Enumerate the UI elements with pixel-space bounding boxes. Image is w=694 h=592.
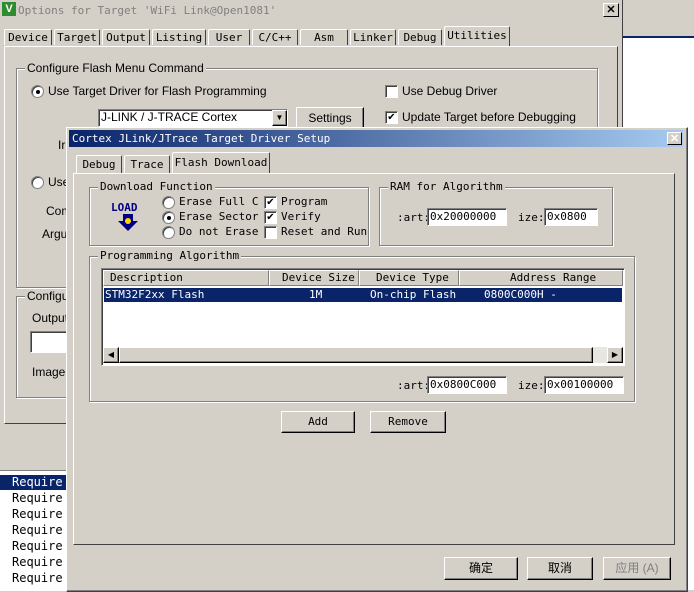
- driver-select[interactable]: J-LINK / J-TRACE Cortex: [98, 109, 288, 127]
- log-line: Require: [12, 523, 63, 537]
- log-line: Require: [12, 491, 63, 505]
- scroll-left-icon[interactable]: ◀: [103, 347, 119, 363]
- apply-button[interactable]: 应用 (A): [603, 557, 671, 580]
- algo-size-input[interactable]: 0x00100000: [544, 376, 624, 394]
- ram-size-input[interactable]: 0x0800: [544, 208, 598, 226]
- dialog-title: Cortex JLink/JTrace Target Driver Setup: [72, 132, 331, 145]
- update-target-checkbox[interactable]: ✔: [385, 111, 398, 124]
- reset-and-run-label: Reset and Run: [281, 225, 368, 238]
- col-header-device-type[interactable]: Device Type: [359, 270, 459, 286]
- app-icon: V: [2, 2, 16, 16]
- verify-label: Verify: [281, 210, 321, 223]
- col-header-device-size[interactable]: Device Size: [269, 270, 359, 286]
- table-row[interactable]: STM32F2xx Flash 1M On-chip Flash 0800C00…: [104, 288, 622, 315]
- col-header-description[interactable]: Description: [103, 270, 269, 286]
- row-device-size: 1M: [309, 288, 323, 301]
- dialog-titlebar: Cortex JLink/JTrace Target Driver Setup …: [69, 130, 683, 147]
- background-window-edge: [622, 0, 694, 38]
- tab-debug[interactable]: Debug: [398, 29, 442, 45]
- options-title: Options for Target 'WiFi Link@Open1081': [18, 4, 277, 17]
- tab-user[interactable]: User: [208, 29, 250, 45]
- close-icon[interactable]: ✕: [603, 3, 619, 17]
- use-debug-driver-label: Use Debug Driver: [402, 84, 498, 98]
- erase-full-chip-radio[interactable]: [162, 196, 175, 209]
- tab-device[interactable]: Device: [4, 29, 52, 45]
- scroll-thumb[interactable]: [119, 347, 593, 363]
- erase-sector-label: Erase Sector: [179, 210, 259, 223]
- use-external-tool-radio[interactable]: [31, 176, 44, 189]
- ram-algorithm-label: RAM for Algorithm: [388, 180, 505, 193]
- row-address-range: 0800C000H - 0810BFFFH: [484, 288, 557, 315]
- tab-asm[interactable]: Asm: [300, 29, 348, 45]
- algo-start-input[interactable]: 0x0800C000: [427, 376, 507, 394]
- program-label: Program: [281, 195, 328, 208]
- verify-checkbox[interactable]: ✔: [264, 211, 277, 224]
- use-target-driver-radio[interactable]: [31, 85, 44, 98]
- dialog-tab-trace[interactable]: Trace: [124, 155, 170, 173]
- output-label-partial: Output: [32, 311, 69, 325]
- driver-select-value: J-LINK / J-TRACE Cortex: [101, 110, 238, 124]
- update-target-label: Update Target before Debugging: [402, 110, 576, 124]
- dialog-tab-debug[interactable]: Debug: [76, 155, 122, 173]
- do-not-erase-label: Do not Erase: [179, 225, 259, 238]
- tab-linker[interactable]: Linker: [350, 29, 396, 45]
- output-log: Require Require Require Require Require …: [0, 470, 72, 591]
- dialog-close-icon[interactable]: ✕: [667, 132, 682, 145]
- driver-select-dropdown-button[interactable]: ▼: [272, 110, 287, 126]
- log-line: Require: [12, 555, 63, 569]
- output-field[interactable]: [30, 331, 70, 353]
- flash-menu-group-label: Configure Flash Menu Command: [25, 61, 206, 75]
- algo-size-label: ize:: [518, 379, 545, 392]
- tab-utilities[interactable]: Utilities: [444, 26, 510, 46]
- col-header-address-range[interactable]: Address Range: [459, 270, 623, 286]
- load-icon-text: LOAD: [111, 201, 138, 214]
- erase-sector-radio[interactable]: [162, 211, 175, 224]
- init-label-partial: Ir: [58, 138, 66, 152]
- remove-button[interactable]: Remove: [370, 411, 446, 433]
- log-line: Require: [12, 539, 63, 553]
- algo-start-label: :art:: [397, 379, 431, 392]
- log-line: Require: [12, 571, 63, 585]
- horizontal-scrollbar[interactable]: ◀ ▶: [103, 347, 623, 363]
- algorithm-list[interactable]: Description Device Size Device Type Addr…: [101, 268, 625, 366]
- tab-target[interactable]: Target: [54, 29, 100, 45]
- use-debug-driver-checkbox[interactable]: [385, 85, 398, 98]
- row-device-type: On-chip Flash: [370, 288, 457, 301]
- tab-output[interactable]: Output: [102, 29, 150, 45]
- do-not-erase-radio[interactable]: [162, 226, 175, 239]
- download-function-label: Download Function: [98, 180, 215, 193]
- add-button[interactable]: Add: [281, 411, 355, 433]
- arguments-label-partial: Argu: [42, 227, 68, 241]
- settings-button[interactable]: Settings: [296, 107, 364, 129]
- log-line: Require: [12, 507, 63, 521]
- tab-listing[interactable]: Listing: [152, 29, 206, 45]
- programming-algorithm-label: Programming Algorithm: [98, 249, 242, 262]
- options-tabs: Device Target Output Listing User C/C++ …: [4, 26, 524, 47]
- scroll-right-icon[interactable]: ▶: [607, 347, 623, 363]
- load-icon: LOAD: [111, 201, 145, 233]
- program-checkbox[interactable]: ✔: [264, 196, 277, 209]
- ram-start-label: :art:: [397, 211, 431, 224]
- reset-and-run-checkbox[interactable]: [264, 226, 277, 239]
- jlink-setup-dialog: Cortex JLink/JTrace Target Driver Setup …: [66, 127, 688, 592]
- options-titlebar: V Options for Target 'WiFi Link@Open1081…: [0, 0, 622, 20]
- ram-size-label: ize:: [518, 211, 545, 224]
- ok-button[interactable]: 确定: [444, 557, 518, 580]
- dialog-tab-flash-download[interactable]: Flash Download: [172, 152, 270, 174]
- cancel-button[interactable]: 取消: [527, 557, 593, 580]
- use-target-driver-label: Use Target Driver for Flash Programming: [48, 84, 267, 98]
- tab-cc[interactable]: C/C++: [252, 29, 298, 45]
- row-description: STM32F2xx Flash: [105, 288, 205, 301]
- log-line-selected: Require: [0, 475, 72, 490]
- ram-start-input[interactable]: 0x20000000: [427, 208, 507, 226]
- erase-full-chip-label: Erase Full C: [179, 195, 259, 208]
